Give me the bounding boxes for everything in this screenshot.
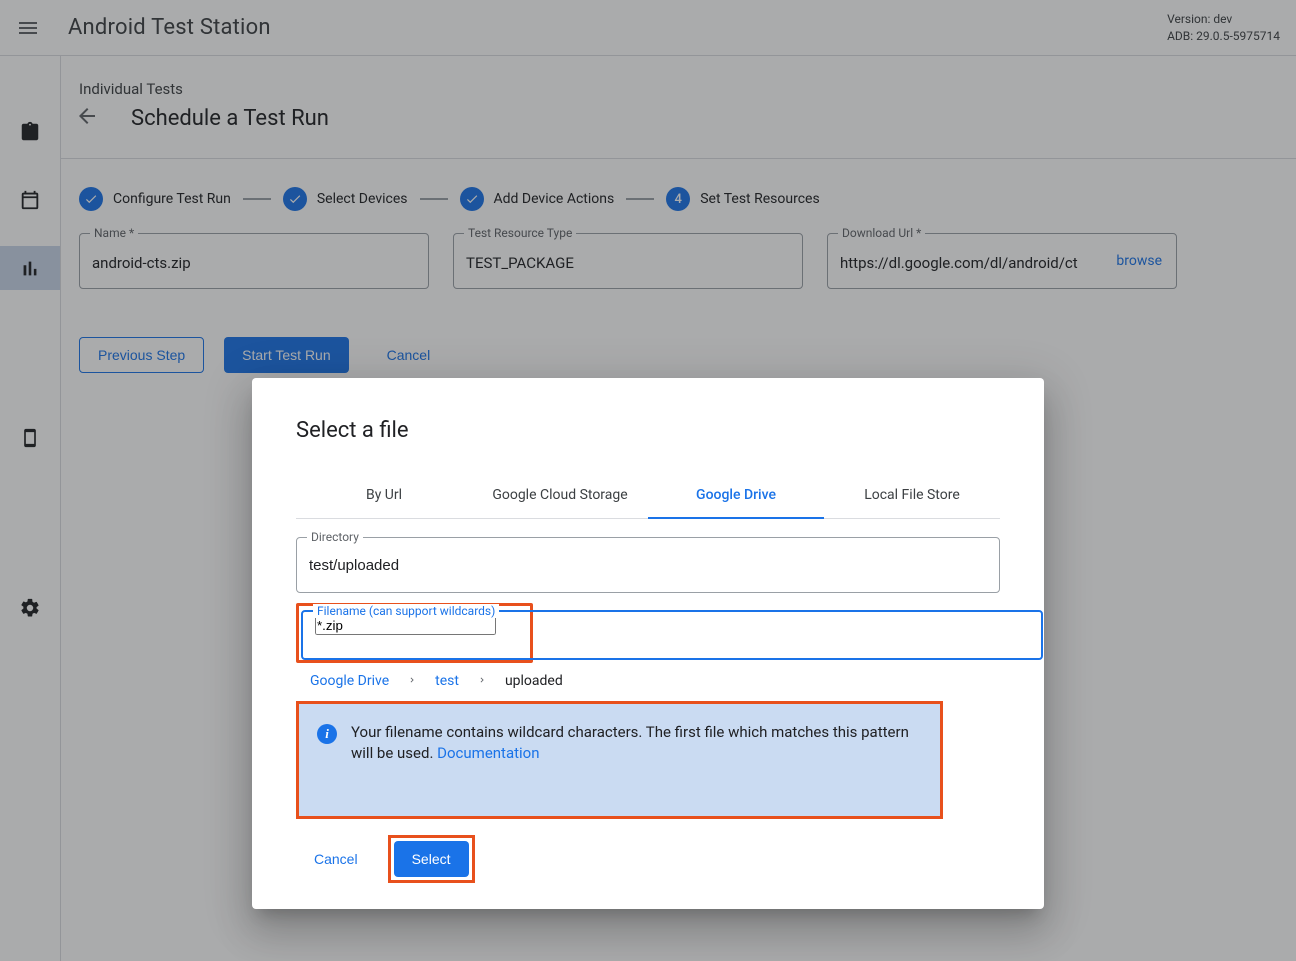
info-text: Your filename contains wildcard characte…: [351, 722, 922, 764]
tab-gcs[interactable]: Google Cloud Storage: [472, 473, 648, 518]
tab-by-url[interactable]: By Url: [296, 473, 472, 518]
crumb-uploaded[interactable]: uploaded: [505, 673, 563, 689]
directory-field[interactable]: Directory: [296, 537, 1000, 593]
modal-select-button[interactable]: Select: [394, 841, 469, 877]
directory-input[interactable]: [309, 544, 987, 586]
info-box: i Your filename contains wildcard charac…: [299, 704, 940, 816]
modal-backdrop: Select a file By Url Google Cloud Storag…: [0, 0, 1296, 961]
modal-title: Select a file: [296, 418, 1000, 443]
filename-highlight: Filename (can support wildcards): [296, 603, 533, 663]
breadcrumb-path: Google Drive test uploaded: [310, 673, 1000, 689]
select-highlight: Select: [388, 835, 475, 883]
tab-local-file-store[interactable]: Local File Store: [824, 473, 1000, 518]
chevron-right-icon: [477, 673, 487, 689]
chevron-right-icon: [407, 673, 417, 689]
select-file-dialog: Select a file By Url Google Cloud Storag…: [252, 378, 1044, 909]
filename-input[interactable]: [315, 616, 496, 635]
crumb-root[interactable]: Google Drive: [310, 673, 389, 689]
info-highlight: i Your filename contains wildcard charac…: [296, 701, 943, 819]
modal-cancel-button[interactable]: Cancel: [296, 841, 376, 877]
filename-field[interactable]: Filename (can support wildcards): [301, 610, 1043, 660]
documentation-link[interactable]: Documentation: [437, 744, 539, 762]
tab-google-drive[interactable]: Google Drive: [648, 473, 824, 519]
info-icon: i: [317, 724, 337, 744]
crumb-test[interactable]: test: [435, 673, 459, 689]
